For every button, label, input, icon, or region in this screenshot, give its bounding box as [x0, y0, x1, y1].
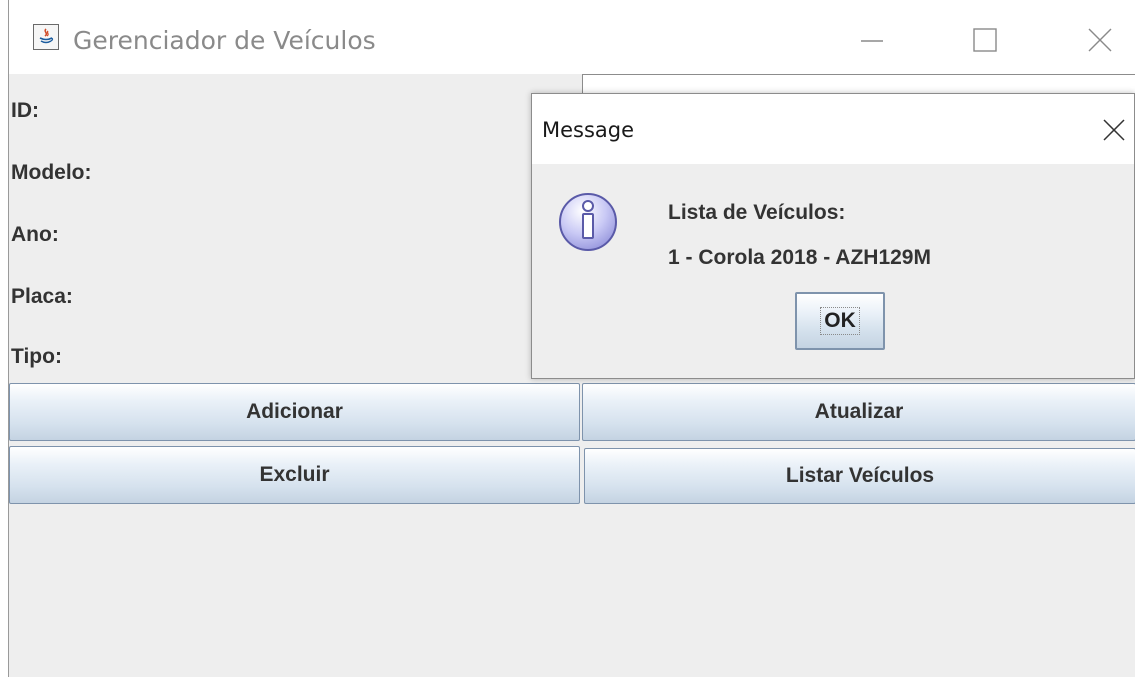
- placa-label: Placa:: [11, 285, 73, 308]
- dialog-message-heading: Lista de Veículos:: [668, 201, 846, 224]
- list-vehicles-button[interactable]: Listar Veículos: [584, 448, 1135, 504]
- minimize-icon[interactable]: [849, 20, 895, 60]
- ok-button[interactable]: OK: [795, 292, 885, 350]
- maximize-icon[interactable]: [961, 20, 1007, 60]
- close-icon[interactable]: [1077, 20, 1123, 60]
- tipo-label: Tipo:: [11, 345, 62, 368]
- modelo-label: Modelo:: [11, 161, 92, 184]
- window-title: Gerenciador de Veículos: [73, 26, 376, 55]
- message-dialog: Message Lista de Veículos: 1 - Corola 20…: [531, 93, 1135, 379]
- dialog-title-bar[interactable]: Message: [532, 94, 1134, 164]
- ok-button-label: OK: [820, 307, 860, 335]
- ano-label: Ano:: [11, 223, 59, 246]
- dialog-message-item: 1 - Corola 2018 - AZH129M: [668, 246, 931, 269]
- dialog-title: Message: [542, 118, 635, 142]
- delete-button[interactable]: Excluir: [9, 446, 580, 504]
- delete-button-label: Excluir: [259, 463, 330, 486]
- java-icon[interactable]: [33, 24, 59, 50]
- update-button[interactable]: Atualizar: [582, 383, 1135, 441]
- add-button-label: Adicionar: [246, 400, 343, 423]
- update-button-label: Atualizar: [814, 400, 904, 423]
- title-bar[interactable]: Gerenciador de Veículos: [9, 0, 1135, 74]
- id-label: ID:: [11, 99, 39, 122]
- list-vehicles-button-label: Listar Veículos: [785, 464, 935, 487]
- add-button[interactable]: Adicionar: [9, 383, 580, 441]
- dialog-close-icon[interactable]: [1094, 110, 1134, 150]
- info-icon: [556, 190, 620, 254]
